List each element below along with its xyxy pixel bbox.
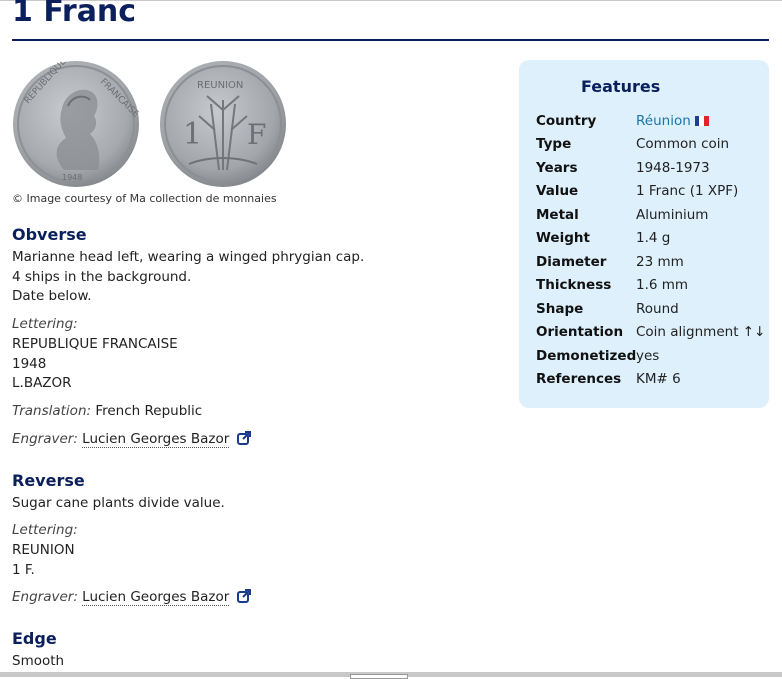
- obverse-lettering-label: Lettering:: [12, 316, 78, 332]
- engraver-label: Engraver:: [12, 589, 78, 605]
- reverse-lettering-line: REUNION: [12, 542, 75, 558]
- obverse-description-line: Marianne head left, wearing a winged phr…: [12, 249, 365, 265]
- feature-key: Weight: [536, 230, 590, 246]
- feature-value: 1948-1973: [636, 160, 710, 176]
- translation-label: Translation:: [12, 403, 92, 419]
- page-title: 1 Franc: [12, 0, 137, 29]
- svg-text:1: 1: [183, 117, 202, 152]
- feature-key: Demonetized: [536, 348, 637, 364]
- feature-key: Value: [536, 183, 579, 199]
- title-divider: [12, 39, 769, 41]
- features-heading: Features: [581, 77, 661, 96]
- feature-value: 1 Franc (1 XPF): [636, 183, 739, 199]
- feature-key: Shape: [536, 301, 584, 317]
- feature-value: Common coin: [636, 136, 730, 152]
- feature-value: KM# 6: [636, 371, 681, 387]
- feature-value: Aluminium: [636, 207, 709, 223]
- country-value[interactable]: Réunion: [636, 113, 691, 129]
- feature-key: References: [536, 371, 622, 387]
- obverse-lettering-line: REPUBLIQUE FRANCAISE: [12, 336, 178, 352]
- france-flag-icon: [694, 114, 709, 126]
- external-link-icon[interactable]: [236, 431, 251, 445]
- reverse-engraver: Engraver: Lucien Georges Bazor: [12, 589, 251, 606]
- feature-key: Orientation: [536, 324, 624, 340]
- engraver-link[interactable]: Lucien Georges Bazor: [82, 431, 230, 448]
- svg-text:F: F: [247, 118, 266, 151]
- feature-value: yes: [636, 348, 660, 364]
- svg-text:REUNION: REUNION: [197, 80, 243, 91]
- feature-key: Type: [536, 136, 572, 152]
- feature-key: Country: [536, 113, 597, 129]
- feature-value: 23 mm: [636, 254, 684, 270]
- reverse-description: Sugar cane plants divide value.: [12, 495, 225, 511]
- reverse-heading: Reverse: [12, 471, 85, 490]
- country-link[interactable]: Réunion: [636, 113, 709, 129]
- edge-description: Smooth: [12, 653, 65, 669]
- feature-key: Years: [536, 160, 578, 176]
- edge-heading: Edge: [12, 629, 57, 648]
- obverse-translation: Translation: French Republic: [12, 403, 202, 419]
- translation-value: French Republic: [95, 403, 203, 419]
- obverse-coin-image[interactable]: REPUBLIQUE FRANCAISE 1948: [12, 60, 140, 188]
- obverse-description-line: Date below.: [12, 288, 92, 304]
- svg-text:1948: 1948: [62, 173, 82, 182]
- feature-key: Thickness: [536, 277, 612, 293]
- feature-key: Diameter: [536, 254, 607, 270]
- feature-value: Coin alignment ↑↓: [636, 324, 766, 340]
- engraver-link[interactable]: Lucien Georges Bazor: [82, 589, 230, 606]
- obverse-engraver: Engraver: Lucien Georges Bazor: [12, 431, 251, 448]
- external-link-icon[interactable]: [236, 589, 251, 603]
- obverse-heading: Obverse: [12, 225, 87, 244]
- feature-value: Round: [636, 301, 679, 317]
- feature-key: Metal: [536, 207, 579, 223]
- coin-images: REPUBLIQUE FRANCAISE 1948 REUNION 1 F: [12, 60, 292, 188]
- image-credit: © Image courtesy of Ma collection de mon…: [12, 192, 277, 205]
- feature-value: 1.4 g: [636, 230, 671, 246]
- reverse-coin-image[interactable]: REUNION 1 F: [159, 60, 287, 188]
- obverse-description-line: 4 ships in the background.: [12, 269, 192, 285]
- obverse-lettering-line: L.BAZOR: [12, 375, 72, 391]
- reverse-lettering-line: 1 F.: [12, 562, 35, 578]
- obverse-lettering-line: 1948: [12, 356, 47, 372]
- reverse-lettering-label: Lettering:: [12, 522, 78, 538]
- features-panel: Features Country Réunion Type Common coi…: [519, 60, 769, 408]
- feature-value: 1.6 mm: [636, 277, 689, 293]
- engraver-label: Engraver:: [12, 431, 78, 447]
